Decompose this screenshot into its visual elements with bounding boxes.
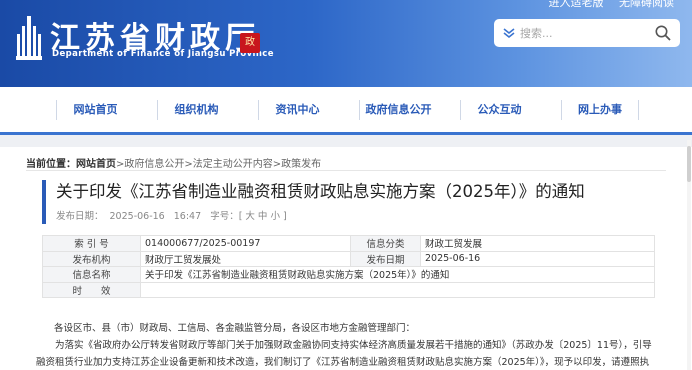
search-box	[494, 19, 680, 47]
logo-emblem-icon	[16, 14, 42, 60]
publish-info: 发布日期： 2025-06-16 16:47 字号：[ 大 中 小 ]	[56, 208, 293, 222]
org-value: 财政厅工贸发展处	[140, 250, 351, 267]
category-label: 信息分类	[350, 235, 421, 252]
publish-date: 2025-06-16	[109, 211, 165, 222]
search-input[interactable]	[520, 23, 640, 43]
nav-item-gov-info[interactable]: 政府信息公开	[359, 100, 437, 120]
breadcrumb-divider	[26, 170, 666, 171]
site-header: 进入适老版 无障碍阅读 江苏省财政厅 Department of Finance…	[0, 0, 692, 87]
nav-item-organization[interactable]: 组织机构	[157, 100, 235, 120]
article-body: 各设区市、县（市）财政局、工信局、各金融监管分局，各设区市地方金融管理部门： 为…	[36, 320, 666, 370]
date-label: 发布日期	[350, 250, 421, 267]
article-title: 关于印发《江苏省制造业融资租赁财政贴息实施方案（2025年）》的通知	[56, 182, 585, 201]
main-nav: 网站首页 组织机构 资讯中心 政府信息公开 公众互动 网上办事	[0, 87, 692, 134]
nav-item-services[interactable]: 网上办事	[561, 100, 639, 120]
nav-item-interaction[interactable]: 公众互动	[460, 100, 538, 120]
name-value: 关于印发《江苏省制造业融资租赁财政贴息实施方案（2025年）》的通知	[140, 266, 655, 283]
breadcrumb-path[interactable]: >政府信息公开>法定主动公开内容>政策发布	[116, 159, 321, 170]
top-links: 进入适老版 无障碍阅读	[537, 0, 675, 10]
table-row: 索 引 号 014000677/2025-00197 信息分类 财政工贸发展	[42, 235, 655, 252]
search-icon[interactable]	[654, 24, 672, 42]
publish-time: 16:47	[173, 211, 202, 222]
body-paragraph: 为落实《省政府办公厅转发省财政厅等部门关于加强财政金融协同支持实体经济高质量发展…	[36, 340, 652, 351]
table-row: 发布机构 财政厅工贸发展处 发布日期 2025-06-16	[42, 250, 655, 267]
breadcrumb: 当前位置：网站首页>政府信息公开>法定主动公开内容>政策发布	[26, 155, 321, 170]
scrollbar-thumb[interactable]	[687, 146, 691, 182]
info-table: 索 引 号 014000677/2025-00197 信息分类 财政工贸发展 发…	[42, 235, 655, 298]
validity-value	[140, 281, 655, 298]
elderly-mode-link[interactable]: 进入适老版	[549, 0, 604, 9]
table-row: 时 效	[42, 281, 655, 298]
name-label: 信息名称	[42, 266, 141, 283]
accessibility-link[interactable]: 无障碍阅读	[619, 0, 674, 9]
index-label: 索 引 号	[42, 235, 141, 252]
date-value: 2025-06-16	[420, 250, 655, 267]
nav-item-home[interactable]: 网站首页	[56, 100, 134, 120]
category-value: 财政工贸发展	[420, 235, 655, 252]
index-value: 014000677/2025-00197	[140, 235, 351, 252]
validity-label: 时 效	[42, 281, 141, 298]
table-row: 信息名称 关于印发《江苏省制造业融资租赁财政贴息实施方案（2025年）》的通知	[42, 266, 655, 283]
seal-stamp: 政	[240, 33, 260, 53]
publish-label: 发布日期：	[56, 211, 104, 222]
title-accent-bar	[42, 180, 46, 224]
font-size-switcher[interactable]: 字号：[ 大 中 小 ]	[210, 211, 287, 222]
chevron-down-icon[interactable]	[502, 26, 516, 40]
breadcrumb-label: 当前位置：	[26, 159, 76, 170]
breadcrumb-home-link[interactable]: 网站首页	[76, 159, 116, 170]
content-band	[0, 135, 692, 147]
body-paragraph: 融资租赁行业加力支持江苏企业设备更新和技术改造，我们制订了《江苏省制造业融资租赁…	[36, 357, 650, 368]
nav-item-news[interactable]: 资讯中心	[258, 100, 336, 120]
org-label: 发布机构	[42, 250, 141, 267]
body-paragraph: 各设区市、县（市）财政局、工信局、各金融监管分局，各设区市地方金融管理部门：	[54, 323, 416, 334]
